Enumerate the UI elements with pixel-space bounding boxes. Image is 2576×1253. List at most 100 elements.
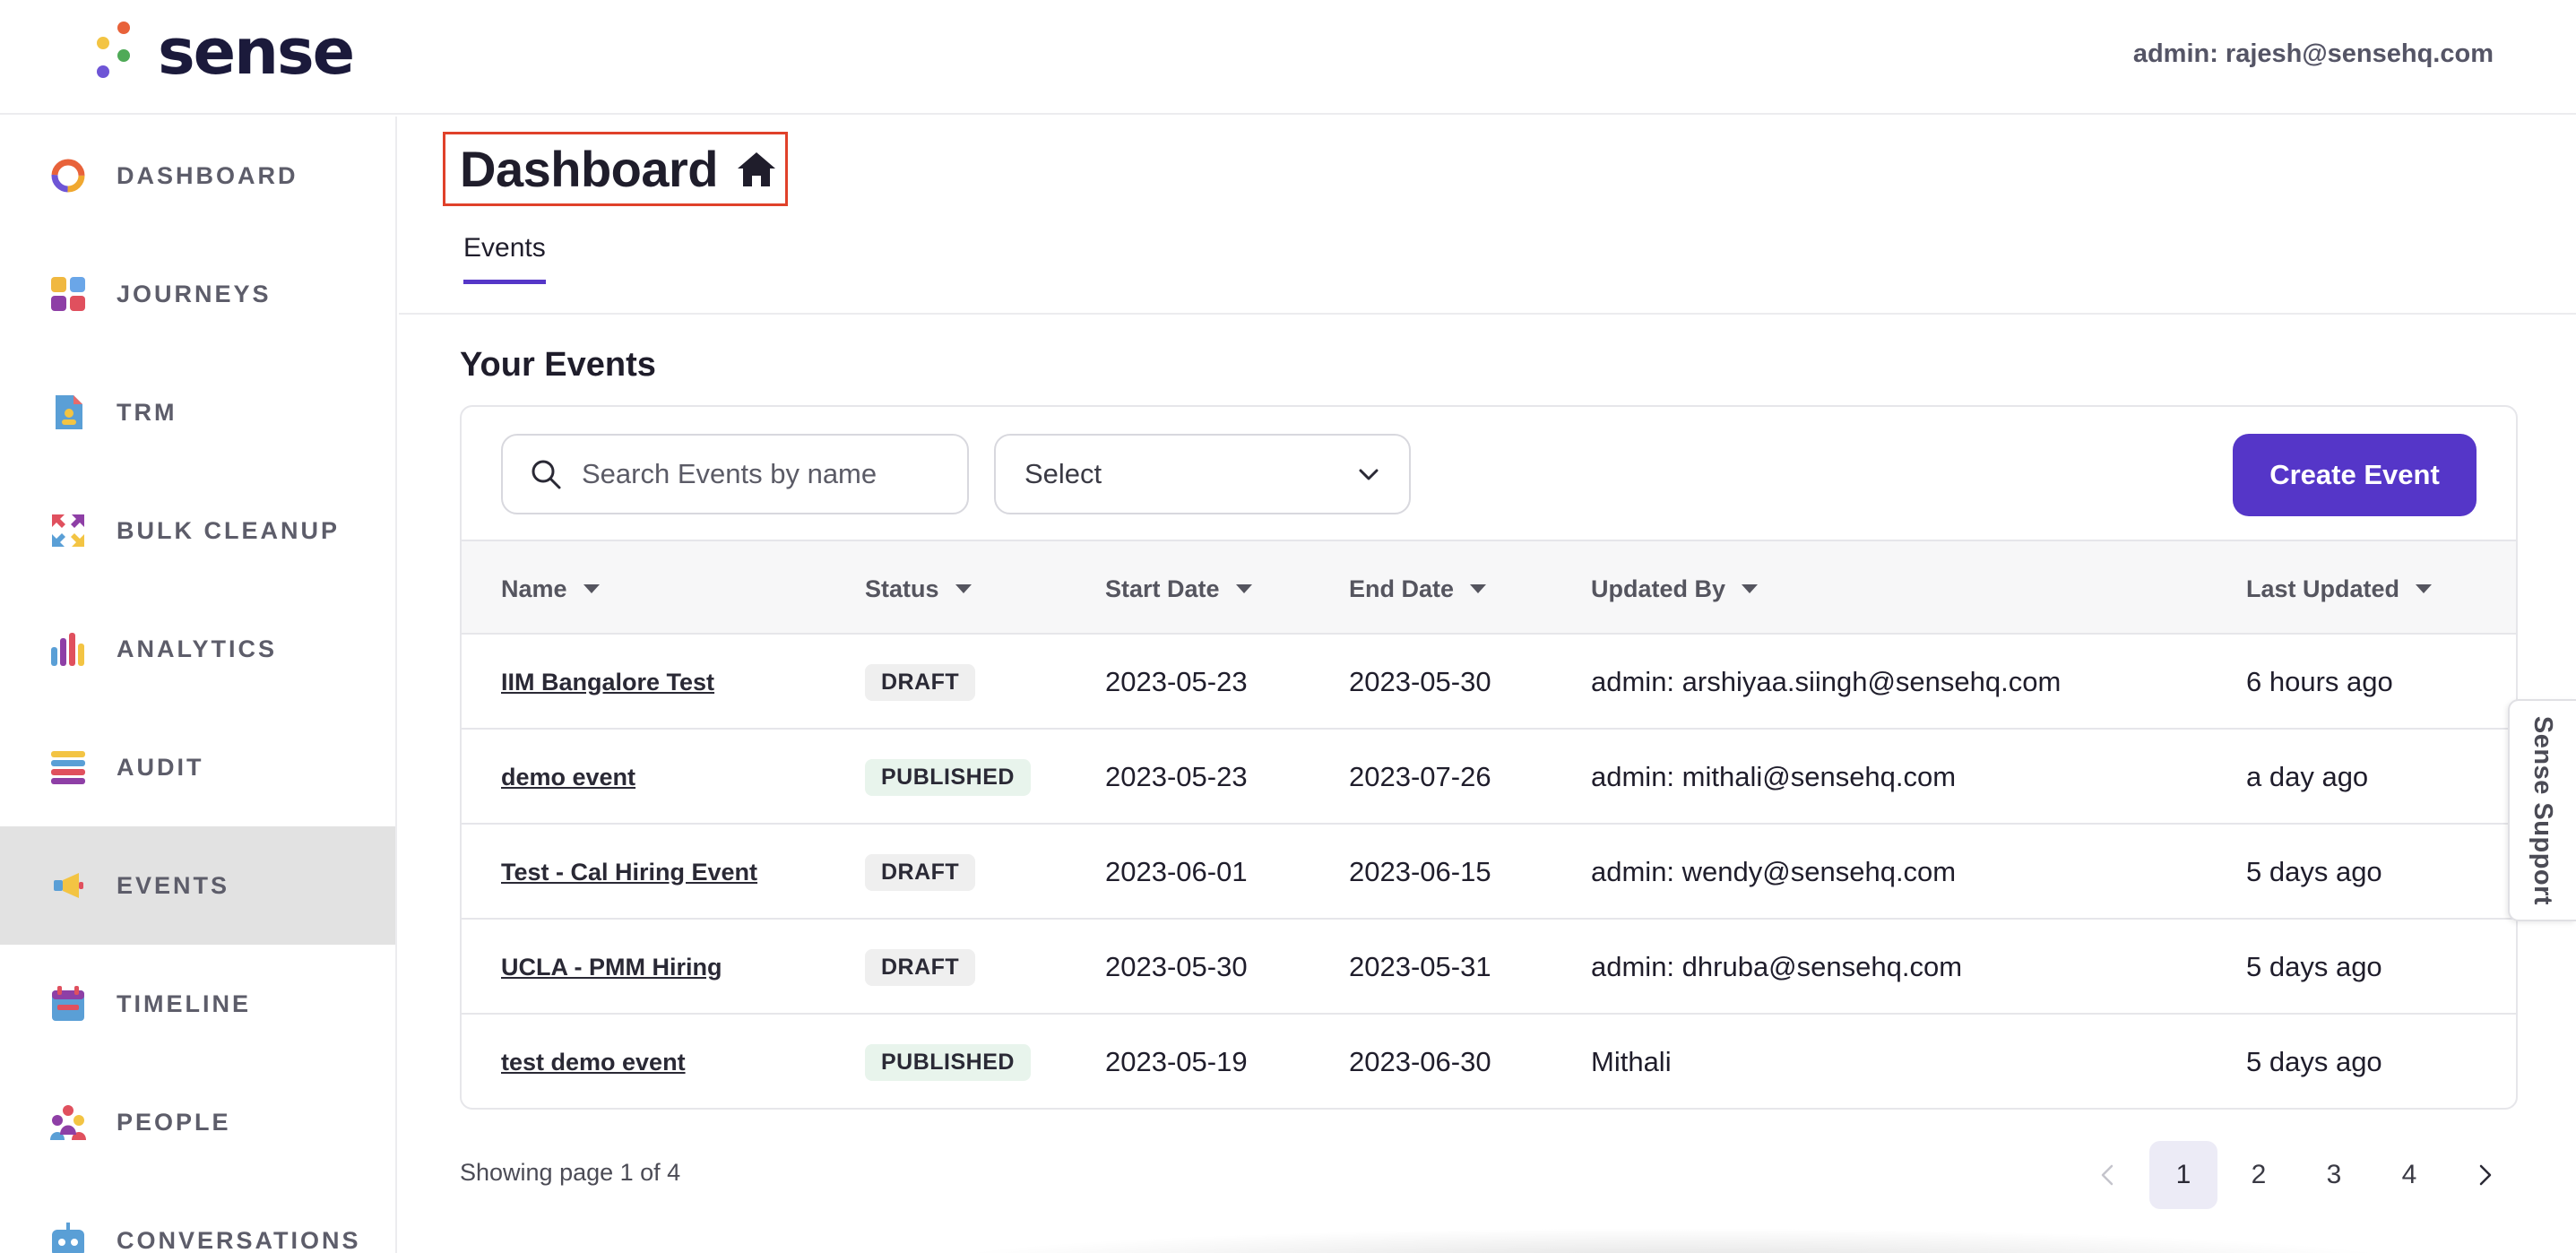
status-badge: DRAFT — [865, 853, 976, 891]
updated-by: admin: arshiyaa.siingh@sensehq.com — [1591, 666, 2062, 697]
status-badge: PUBLISHED — [865, 1043, 1031, 1081]
sidebar-item-events[interactable]: EVENTS — [0, 826, 395, 945]
table-row: Test - Cal Hiring Event DRAFT 2023-06-01… — [462, 825, 2516, 920]
logo-dots-icon — [97, 22, 130, 78]
analytics-bars-icon — [47, 627, 90, 670]
events-megaphone-icon — [47, 864, 90, 907]
event-name-link[interactable]: UCLA - PMM Hiring — [501, 954, 722, 981]
end-date: 2023-05-31 — [1349, 951, 1491, 982]
tab-events[interactable]: Events — [463, 233, 546, 284]
event-name-link[interactable]: demo event — [501, 764, 635, 791]
chevron-down-icon — [1359, 469, 1379, 480]
bulk-cleanup-arrows-icon — [47, 509, 90, 552]
sidebar-item-people[interactable]: PEOPLE — [0, 1063, 395, 1181]
start-date: 2023-05-19 — [1105, 1046, 1248, 1077]
page-title-highlight: Dashboard — [443, 132, 788, 206]
sort-caret-icon — [583, 584, 600, 593]
table-header: Name Status Start Date End Date Updated … — [462, 540, 2516, 635]
updated-by: admin: wendy@sensehq.com — [1591, 856, 1957, 887]
trm-document-icon — [47, 391, 90, 434]
sidebar-item-trm[interactable]: TRM — [0, 353, 395, 471]
status-badge: DRAFT — [865, 663, 976, 701]
last-updated: 5 days ago — [2246, 856, 2382, 887]
people-group-icon — [47, 1101, 90, 1144]
top-bar: sense admin: rajesh@sensehq.com — [0, 0, 2576, 115]
logo-text: sense — [158, 15, 355, 89]
table-row: demo event PUBLISHED 2023-05-23 2023-07-… — [462, 730, 2516, 825]
search-box[interactable] — [501, 434, 969, 514]
section-title: Your Events — [460, 346, 656, 384]
sort-caret-icon — [1742, 584, 1759, 593]
column-header-start-date[interactable]: Start Date — [1105, 541, 1254, 636]
start-date: 2023-05-23 — [1105, 761, 1248, 792]
column-label: Start Date — [1105, 575, 1220, 602]
column-header-updated-by[interactable]: Updated By — [1591, 541, 1759, 636]
sidebar-item-label: PEOPLE — [117, 1108, 231, 1136]
search-icon — [532, 460, 561, 489]
sidebar-item-label: TIMELINE — [117, 989, 251, 1017]
sidebar-item-dashboard[interactable]: DASHBOARD — [0, 117, 395, 235]
audit-list-icon — [47, 746, 90, 789]
page-button-4[interactable]: 4 — [2375, 1141, 2443, 1209]
last-updated: a day ago — [2246, 761, 2369, 792]
sidebar-item-label: JOURNEYS — [117, 280, 272, 307]
select-value: Select — [1024, 458, 1102, 489]
start-date: 2023-05-30 — [1105, 951, 1248, 982]
sidebar-item-journeys[interactable]: JOURNEYS — [0, 235, 395, 353]
sort-caret-icon — [2416, 584, 2433, 593]
event-name-link[interactable]: test demo event — [501, 1049, 686, 1076]
table-row: test demo event PUBLISHED 2023-05-19 202… — [462, 1015, 2516, 1108]
timeline-calendar-icon — [47, 982, 90, 1025]
sidebar-item-label: EVENTS — [117, 871, 230, 899]
sidebar-item-timeline[interactable]: TIMELINE — [0, 945, 395, 1063]
user-account-label[interactable]: admin: rajesh@sensehq.com — [2133, 39, 2494, 69]
column-label: Updated By — [1591, 575, 1726, 602]
search-input[interactable] — [582, 458, 958, 490]
last-updated: 5 days ago — [2246, 951, 2382, 982]
bottom-shadow — [919, 1228, 2425, 1253]
pagination: 1 2 3 4 — [2067, 1141, 2519, 1209]
sidebar-item-bulk-cleanup[interactable]: BULK CLEANUP — [0, 471, 395, 590]
sidebar: DASHBOARD JOURNEYS TRM BULK CLEANUP ANAL… — [0, 117, 397, 1253]
sidebar-item-label: BULK CLEANUP — [117, 516, 340, 544]
column-header-last-updated[interactable]: Last Updated — [2246, 541, 2433, 636]
page-button-3[interactable]: 3 — [2300, 1141, 2368, 1209]
create-event-button[interactable]: Create Event — [2233, 434, 2477, 516]
status-select[interactable]: Select — [994, 434, 1411, 514]
page-title: Dashboard — [460, 141, 719, 197]
sidebar-item-conversations[interactable]: CONVERSATIONS — [0, 1181, 395, 1253]
column-label: End Date — [1349, 575, 1455, 602]
page-button-1[interactable]: 1 — [2149, 1141, 2217, 1209]
table-row: UCLA - PMM Hiring DRAFT 2023-05-30 2023-… — [462, 920, 2516, 1015]
updated-by: Mithali — [1591, 1046, 1672, 1077]
sense-logo[interactable]: sense — [93, 15, 355, 89]
last-updated: 5 days ago — [2246, 1046, 2382, 1077]
sidebar-item-analytics[interactable]: ANALYTICS — [0, 590, 395, 708]
main-content: Dashboard Events Your Events Select Crea… — [399, 117, 2576, 1253]
updated-by: admin: dhruba@sensehq.com — [1591, 951, 1963, 982]
tab-divider — [399, 313, 2576, 315]
column-header-name[interactable]: Name — [501, 541, 601, 636]
next-page-button[interactable] — [2451, 1141, 2519, 1209]
sort-caret-icon — [955, 584, 972, 593]
table-row: IIM Bangalore Test DRAFT 2023-05-23 2023… — [462, 635, 2516, 730]
sidebar-item-label: CONVERSATIONS — [117, 1226, 361, 1253]
event-name-link[interactable]: Test - Cal Hiring Event — [501, 859, 757, 886]
column-header-status[interactable]: Status — [865, 541, 973, 636]
column-label: Status — [865, 575, 939, 602]
sidebar-item-audit[interactable]: AUDIT — [0, 708, 395, 826]
status-badge: DRAFT — [865, 948, 976, 986]
end-date: 2023-06-15 — [1349, 856, 1491, 887]
conversations-bot-icon — [47, 1219, 90, 1253]
updated-by: admin: mithali@sensehq.com — [1591, 761, 1957, 792]
end-date: 2023-06-30 — [1349, 1046, 1491, 1077]
chevron-right-icon — [2479, 1164, 2492, 1186]
previous-page-button[interactable] — [2074, 1141, 2142, 1209]
events-toolbar: Select Create Event — [462, 407, 2516, 540]
column-label: Name — [501, 575, 567, 602]
sidebar-item-label: DASHBOARD — [117, 161, 298, 189]
column-header-end-date[interactable]: End Date — [1349, 541, 1488, 636]
sense-support-tab[interactable]: Sense Support — [2508, 699, 2576, 921]
event-name-link[interactable]: IIM Bangalore Test — [501, 669, 714, 696]
page-button-2[interactable]: 2 — [2225, 1141, 2293, 1209]
